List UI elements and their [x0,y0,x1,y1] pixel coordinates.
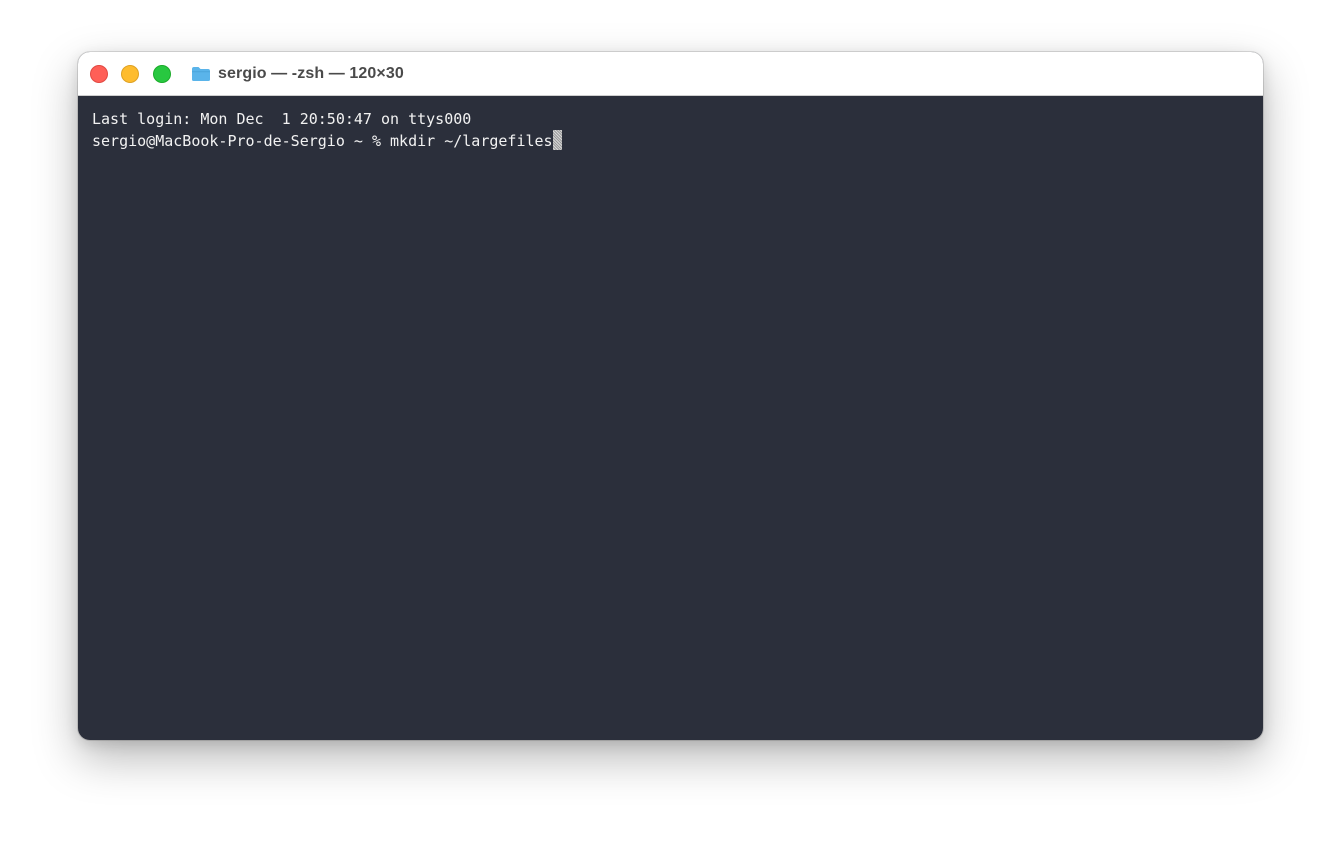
folder-icon [192,67,210,81]
terminal-output-area[interactable]: Last login: Mon Dec 1 20:50:47 on ttys00… [78,96,1263,740]
text-cursor [552,130,562,150]
command-prompt-text: sergio@MacBook-Pro-de-Sergio ~ % mkdir ~… [92,132,553,150]
window-title-group: sergio — -zsh — 120×30 [191,63,404,85]
minimize-window-button[interactable] [121,65,139,83]
terminal-line-last-login: Last login: Mon Dec 1 20:50:47 on ttys00… [92,110,472,128]
terminal-window: sergio — -zsh — 120×30 Last login: Mon D… [78,52,1263,740]
zoom-window-button[interactable] [153,65,171,83]
terminal-line-command: sergio@MacBook-Pro-de-Sergio ~ % mkdir ~… [92,130,1249,151]
title-bar[interactable]: sergio — -zsh — 120×30 [78,52,1263,96]
close-window-button[interactable] [90,65,108,83]
window-title: sergio — -zsh — 120×30 [218,65,404,82]
